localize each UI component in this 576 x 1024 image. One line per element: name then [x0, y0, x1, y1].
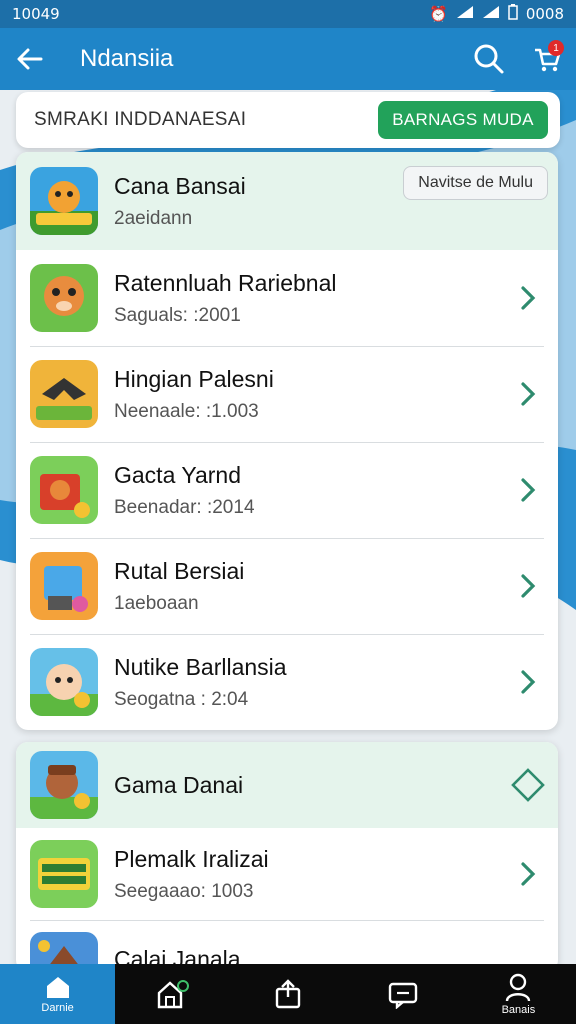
bottom-nav: Darnie Banais: [0, 964, 576, 1024]
nav-home[interactable]: Darnie: [0, 964, 116, 1024]
nav-store[interactable]: [115, 964, 230, 1024]
game-subtitle: 1aeboaan: [114, 592, 199, 614]
battery-icon: [508, 4, 518, 24]
store-icon: [157, 980, 189, 1009]
list-item[interactable]: Gacta Yarnd Beenadar: :2014: [16, 442, 558, 538]
chevron-right-icon[interactable]: [498, 860, 558, 888]
status-battery-text: 0008: [525, 5, 564, 23]
game-subtitle: Neenaale: :1.003: [114, 400, 259, 422]
back-button[interactable]: [0, 28, 60, 90]
action-button[interactable]: BARNAGS MUDA: [378, 101, 548, 139]
alarm-icon: ⏰: [429, 5, 448, 23]
list-item[interactable]: Rutal Bersiai 1aeboaan: [16, 538, 558, 634]
status-icons: ⏰ 0008: [429, 4, 564, 24]
status-bar: 10049 ⏰ 0008: [0, 0, 576, 28]
game-title: Ratennluah Rariebnal: [114, 269, 337, 296]
game-subtitle: 2aeidann: [114, 207, 193, 229]
list-item[interactable]: Ratennluah Rariebnal Saguals: :2001: [16, 250, 558, 346]
nav-home-label: Darnie: [41, 1002, 74, 1014]
search-button[interactable]: [460, 28, 518, 90]
chevron-right-icon[interactable]: [498, 476, 558, 504]
game-thumbnail: [30, 648, 98, 716]
list-header-row[interactable]: Cana Bansai 2aeidann Navitse de Mulu: [16, 152, 558, 250]
filter-pill[interactable]: Navitse de Mulu: [403, 166, 548, 200]
game-subtitle: Seogatna : 2:04: [114, 688, 249, 710]
game-thumbnail: [30, 552, 98, 620]
page-title: Ndansiia: [80, 45, 174, 72]
app-bar: Ndansiia 1: [0, 28, 576, 90]
list-header-row[interactable]: Gama Danai: [16, 742, 558, 828]
status-time: 10049: [12, 5, 60, 23]
signal-icon-2: [482, 5, 500, 23]
home-icon: [46, 977, 69, 998]
share-icon: [275, 979, 301, 1009]
game-thumbnail: [30, 167, 98, 235]
chevron-right-icon[interactable]: [498, 668, 558, 696]
game-title: Plemalk Iralizai: [114, 845, 269, 872]
diamond-icon[interactable]: [498, 767, 558, 803]
chevron-right-icon[interactable]: [498, 572, 558, 600]
game-thumbnail: [30, 360, 98, 428]
search-card: SMRAKI INDDANAESAI BARNAGS MUDA: [16, 92, 560, 148]
chevron-right-icon[interactable]: [498, 380, 558, 408]
cart-button[interactable]: 1: [518, 28, 576, 90]
chevron-right-icon[interactable]: [498, 284, 558, 312]
back-arrow-icon: [17, 48, 43, 70]
game-list-card-2: Gama Danai Plemalk Iralizai Seegaaao: 10…: [16, 742, 558, 972]
nav-share[interactable]: [230, 964, 345, 1024]
nav-messages[interactable]: [346, 964, 461, 1024]
search-icon: [474, 44, 504, 74]
game-title: Rutal Bersiai: [114, 557, 245, 584]
game-list-card: Cana Bansai 2aeidann Navitse de Mulu Rat…: [16, 152, 558, 730]
game-thumbnail: [30, 751, 98, 819]
game-title: Gama Danai: [114, 771, 244, 798]
game-subtitle: Beenadar: :2014: [114, 496, 255, 518]
game-subtitle: Seegaaao: 1003: [114, 880, 254, 902]
chat-icon: [389, 982, 418, 1009]
cart-badge: 1: [548, 40, 564, 56]
nav-profile-label: Banais: [501, 1004, 536, 1016]
game-thumbnail: [30, 840, 98, 908]
profile-icon: [506, 973, 531, 1002]
search-label: SMRAKI INDDANAESAI: [34, 109, 247, 130]
game-thumbnail: [30, 264, 98, 332]
game-thumbnail: [30, 456, 98, 524]
game-title: Gacta Yarnd: [114, 461, 242, 488]
signal-icon: [456, 5, 474, 23]
game-title: Nutike Barllansia: [114, 653, 287, 680]
list-item[interactable]: Nutike Barllansia Seogatna : 2:04: [16, 634, 558, 730]
nav-profile[interactable]: Banais: [461, 964, 576, 1024]
list-item[interactable]: Hingian Palesni Neenaale: :1.003: [16, 346, 558, 442]
game-subtitle: Saguals: :2001: [114, 304, 241, 326]
list-item[interactable]: Plemalk Iralizai Seegaaao: 1003: [16, 828, 558, 920]
game-title: Hingian Palesni: [114, 365, 274, 392]
